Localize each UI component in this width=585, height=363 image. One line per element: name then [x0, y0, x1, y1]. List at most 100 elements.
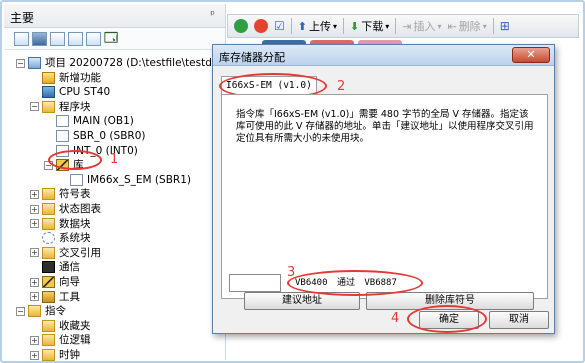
delete-button[interactable]: ⇤ 删除 ▾ [447, 18, 486, 34]
open-icon[interactable] [14, 31, 29, 46]
tree-item[interactable]: − 程序块 [30, 100, 91, 114]
compile-icon[interactable]: ☑ [274, 19, 285, 33]
tree-item[interactable]: + 数据块 [30, 217, 91, 231]
address-input[interactable] [229, 274, 281, 292]
folder-icon [42, 188, 55, 201]
document-icon [70, 173, 83, 186]
expand-icon[interactable]: + [30, 335, 39, 345]
run-icon[interactable] [234, 19, 248, 33]
delete-icon: ⇤ [447, 19, 457, 33]
document-icon [56, 115, 69, 128]
library-icon [42, 276, 55, 288]
list-icon[interactable] [68, 31, 83, 46]
tree-item[interactable]: CPU ST40 [30, 85, 110, 99]
upload-button[interactable]: ⬆ 上传 ▾ [298, 18, 337, 34]
tree-item[interactable]: − 指令 [16, 304, 66, 318]
folder-icon [42, 246, 55, 259]
communication-icon [42, 261, 55, 274]
close-icon[interactable]: ✕ [512, 47, 550, 63]
cancel-button[interactable]: 取消 [489, 311, 549, 329]
tree-item[interactable]: + 符号表 [30, 187, 91, 201]
tree-item[interactable]: 通信 [30, 260, 80, 274]
expand-icon[interactable]: + [30, 277, 39, 287]
tree-item-label: 向导 [59, 276, 80, 288]
tree-item-label: 通信 [59, 261, 80, 274]
tree-item-label: 指令 [45, 305, 66, 318]
collapse-icon[interactable]: − [16, 306, 25, 316]
folder-icon [42, 334, 55, 347]
delete-label: 删除 [458, 20, 481, 33]
pin-icon[interactable]: ᵖ [210, 8, 215, 21]
toolbar-separator [290, 18, 292, 34]
tree-item-label: 程序块 [59, 100, 91, 113]
upload-label: 上传 [308, 20, 331, 33]
folder-icon [42, 100, 55, 113]
toolbar-separator [492, 18, 494, 34]
star-icon [42, 71, 55, 84]
tree-item-label: 新增功能 [59, 71, 101, 84]
network-icon[interactable]: ⊞ [500, 19, 510, 33]
grid-icon[interactable] [86, 31, 101, 46]
folder-icon [42, 349, 55, 361]
tree-item-label: 符号表 [59, 188, 91, 201]
tree-item[interactable]: MAIN (OB1) [44, 114, 134, 128]
tree-item[interactable]: + 向导 [30, 275, 80, 289]
page-icon[interactable] [50, 31, 65, 46]
tree-item-label: 位逻辑 [59, 334, 91, 347]
tree-item[interactable]: 系统块 [30, 231, 91, 245]
stop-icon[interactable] [254, 19, 268, 33]
tool-icon [42, 290, 55, 303]
expand-icon[interactable]: + [30, 204, 39, 214]
annotation-label-4: 4 [391, 311, 400, 326]
dropdown-arrow-icon: ▾ [437, 21, 442, 31]
memory-description: 指令库「I66xS-EM (v1.0)」需要 480 字节的全局 V 存储器。指… [236, 109, 534, 144]
tree-item[interactable]: IM66x_S_EM (SBR1) [58, 173, 191, 187]
download-arrow-icon: ⬇ [350, 19, 360, 33]
tree-item[interactable]: SBR_0 (SBR0) [44, 129, 145, 143]
panel-title-text: 主要 [10, 11, 35, 25]
tree-item[interactable]: 新增功能 [30, 71, 101, 85]
tree-item-label: 收藏夹 [59, 319, 91, 332]
tree-item-label: MAIN (OB1) [73, 115, 134, 128]
gear-icon [42, 232, 55, 245]
tree-item-label: 数据块 [59, 217, 91, 230]
tree-item-label: SBR_0 (SBR0) [73, 130, 146, 142]
suggest-address-label: 建议地址 [282, 295, 322, 306]
dropdown-arrow-icon: ▾ [385, 21, 390, 31]
tree-item[interactable]: 收藏夹 [30, 319, 91, 333]
tree-item[interactable]: + 工具 [30, 290, 80, 304]
expand-icon[interactable]: + [30, 219, 39, 229]
insert-button[interactable]: ⇥ 插入 ▾ [402, 18, 441, 34]
dialog-titlebar[interactable]: 库存储器分配 ✕ [213, 45, 554, 66]
tree-item[interactable]: + 状态图表 [30, 202, 101, 216]
expand-icon[interactable]: + [30, 248, 39, 258]
collapse-icon[interactable]: − [30, 102, 39, 112]
view-icon[interactable] [32, 31, 47, 46]
main-toolbar: ☑ ⬆ 上传 ▾ ⬇ 下载 ▾ ⇥ 插入 ▾ ⇤ 删除 ▾ ⊞ [227, 14, 579, 38]
folder-icon [42, 203, 55, 215]
insert-label: 插入 [413, 20, 436, 33]
annotation-circle-4 [407, 305, 487, 333]
download-label: 下载 [361, 20, 384, 33]
annotation-label-3: 3 [287, 265, 296, 280]
tree-item[interactable]: + 位逻辑 [30, 333, 91, 347]
annotation-circle-3 [287, 270, 423, 296]
tree-item-label: IM66x_S_EM (SBR1) [87, 173, 191, 186]
tree-item[interactable]: + 交叉引用 [30, 246, 101, 260]
project-tree-panel: 主要 ᵖ 🗔 − 项目 20200728 (D:\testfile\testdat… [4, 4, 246, 362]
expand-icon[interactable]: + [30, 189, 39, 199]
collapse-icon[interactable]: − [16, 58, 25, 68]
tree-item[interactable]: + 时钟 [30, 348, 80, 362]
download-button[interactable]: ⬇ 下载 ▾ [350, 18, 389, 34]
toolbar-separator [395, 18, 397, 34]
tree-item-label: CPU ST40 [59, 86, 111, 99]
tree-item-label: 工具 [59, 290, 80, 303]
annotation-label-2: 2 [337, 79, 346, 94]
dialog-title: 库存储器分配 [219, 51, 285, 64]
expand-icon[interactable]: + [30, 350, 39, 360]
tree-icon[interactable]: 🗔 [104, 31, 119, 46]
annotation-label-1: 1 [110, 152, 119, 167]
tree-item-label: 状态图表 [59, 203, 101, 215]
expand-icon[interactable]: + [30, 292, 39, 302]
cancel-label: 取消 [509, 314, 529, 325]
